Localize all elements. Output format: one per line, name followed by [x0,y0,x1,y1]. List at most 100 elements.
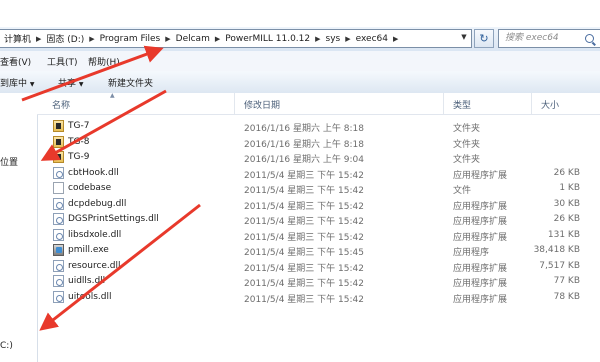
file-row[interactable]: pmill.exe 2011/5/4 星期三 下午 15:45 应用程序 38,418… [37,242,600,258]
dll-icon [53,290,64,303]
file-modified-date: 2011/5/4 星期三 下午 15:42 [244,217,364,227]
include-in-library-button[interactable]: 到库中 ▼ [0,76,35,89]
chevron-down-icon: ▼ [29,81,35,88]
column-header-row: ▲ 名称 修改日期 类型 大小 [37,92,600,115]
file-type: 文件夹 [453,155,481,165]
file-type: 应用程序扩展 [453,294,508,305]
dll-icon [53,197,64,210]
refresh-icon[interactable]: ↻ [474,29,494,48]
column-header-size[interactable]: 大小 [541,98,559,111]
menu-bar: 查看(V) 工具(T) 帮助(H) [0,51,600,72]
file-name: cbtHook.dll [68,167,119,178]
file-name: uitools.dll [68,291,112,302]
column-divider[interactable] [443,93,444,114]
menu-help[interactable]: 帮助(H) [88,55,120,68]
column-header-name[interactable]: 名称 [52,98,70,111]
file-row[interactable]: dcpdebug.dll 2011/5/4 星期三 下午 15:42 应用程序扩展 3… [37,196,600,212]
file-modified-date: 2011/5/4 星期三 下午 15:42 [244,232,364,243]
new-folder-button[interactable]: 新建文件夹 [108,76,153,89]
file-name: codebase [68,183,112,193]
file-modified-date: 2011/5/4 星期三 下午 15:42 [244,279,364,289]
crumb-program-files[interactable]: Program Files [96,34,165,44]
file-name: TG-8 [68,136,90,147]
file-type: 应用程序扩展 [453,170,508,181]
dll-icon [53,213,64,225]
file-name: TG-9 [68,152,90,162]
file-name: libsdxole.dll [68,229,122,240]
dll-icon [53,228,64,241]
file-icon [53,182,64,194]
crumb-separator-icon[interactable]: ▶ [88,35,95,43]
file-name: DGSPrintSettings.dll [68,214,159,224]
file-row[interactable]: cbtHook.dll 2011/5/4 星期三 下午 15:42 应用程序扩展 26… [37,165,600,181]
column-divider[interactable] [234,93,235,114]
crumb-separator-icon[interactable]: ▶ [35,35,42,43]
file-type: 应用程序扩展 [453,263,508,274]
exe-icon [53,244,64,256]
file-size: 1 KB [559,183,580,193]
file-type: 应用程序扩展 [453,217,508,227]
file-type: 应用程序扩展 [453,279,508,289]
dll-icon [53,166,64,179]
crumb-separator-icon[interactable]: ▶ [344,35,351,43]
chevron-down-icon: ▼ [78,81,84,88]
address-bar-area: 计算机 ▶ 固态 (D:) ▶ Program Files ▶ Delcam ▶… [0,27,600,51]
crumb-computer[interactable]: 计算机 [0,32,35,45]
share-button[interactable]: 共享 ▼ [58,76,84,89]
file-row[interactable]: codebase 2011/5/4 星期三 下午 15:42 文件 1 KB [37,180,600,196]
crumb-drive[interactable]: 固态 (D:) [42,32,88,45]
column-divider[interactable] [531,93,532,114]
file-row[interactable]: uidlls.dll 2011/5/4 星期三 下午 15:42 应用程序扩展 77 … [37,273,600,289]
file-size: 77 KB [553,276,580,286]
share-label: 共享 [58,79,77,89]
file-modified-date: 2016/1/16 星期六 上午 9:04 [244,155,364,165]
search-input[interactable]: 搜索 exec64 [498,29,600,48]
nav-item-location[interactable]: 位置 [0,155,18,168]
file-modified-date: 2016/1/16 星期六 上午 8:18 [244,124,364,134]
address-dropdown-icon[interactable]: ▼ [456,29,472,46]
file-type: 应用程序 [453,248,490,258]
file-name: uidlls.dll [68,276,106,286]
folder-icon [53,135,64,148]
crumb-separator-icon[interactable]: ▶ [214,35,221,43]
file-row[interactable]: DGSPrintSettings.dll 2011/5/4 星期三 下午 15:4… [37,211,600,227]
file-row[interactable]: TG-8 2016/1/16 星期六 上午 8:18 文件夹 [37,134,600,150]
menu-tools[interactable]: 工具(T) [47,55,78,68]
file-row[interactable]: resource.dll 2011/5/4 星期三 下午 15:42 应用程序扩展 7… [37,258,600,274]
address-bar[interactable]: 计算机 ▶ 固态 (D:) ▶ Program Files ▶ Delcam ▶… [0,29,472,48]
file-type: 文件 [453,186,472,196]
crumb-separator-icon[interactable]: ▶ [392,35,399,43]
search-icon[interactable] [585,34,594,43]
file-row[interactable]: uitools.dll 2011/5/4 星期三 下午 15:42 应用程序扩展 78… [37,289,600,305]
sort-up-icon: ▲ [110,92,115,99]
column-header-modified[interactable]: 修改日期 [244,98,280,111]
crumb-exec64[interactable]: exec64 [352,34,392,44]
dll-icon [53,275,64,287]
file-size: 26 KB [553,214,580,224]
nav-item-drive[interactable]: C:) [0,341,13,351]
file-modified-date: 2016/1/16 星期六 上午 8:18 [244,139,364,150]
crumb-powermill[interactable]: PowerMILL 11.0.12 [221,34,314,44]
search-placeholder: 搜索 exec64 [505,33,559,43]
folder-icon [53,151,64,163]
file-row[interactable]: TG-9 2016/1/16 星期六 上午 9:04 文件夹 [37,149,600,165]
file-modified-date: 2011/5/4 星期三 下午 15:45 [244,248,364,258]
file-modified-date: 2011/5/4 星期三 下午 15:42 [244,294,364,305]
file-row[interactable]: TG-7 2016/1/16 星期六 上午 8:18 文件夹 [37,118,600,134]
file-name: TG-7 [68,121,90,131]
crumb-delcam[interactable]: Delcam [172,34,214,44]
file-modified-date: 2011/5/4 星期三 下午 15:42 [244,263,364,274]
command-toolbar: 到库中 ▼ 共享 ▼ 新建文件夹 [0,71,600,94]
crumb-sys[interactable]: sys [322,34,345,44]
crumb-separator-icon[interactable]: ▶ [314,35,321,43]
file-type: 应用程序扩展 [453,232,508,243]
crumb-separator-icon[interactable]: ▶ [164,35,171,43]
column-header-type[interactable]: 类型 [453,98,471,111]
menu-view[interactable]: 查看(V) [0,55,31,68]
navigation-pane: 位置 C:) [0,93,38,362]
file-name: dcpdebug.dll [68,198,127,209]
file-type: 文件夹 [453,139,481,150]
file-row[interactable]: libsdxole.dll 2011/5/4 星期三 下午 15:42 应用程序扩展… [37,227,600,243]
file-type: 文件夹 [453,124,481,134]
file-size: 26 KB [553,167,580,178]
